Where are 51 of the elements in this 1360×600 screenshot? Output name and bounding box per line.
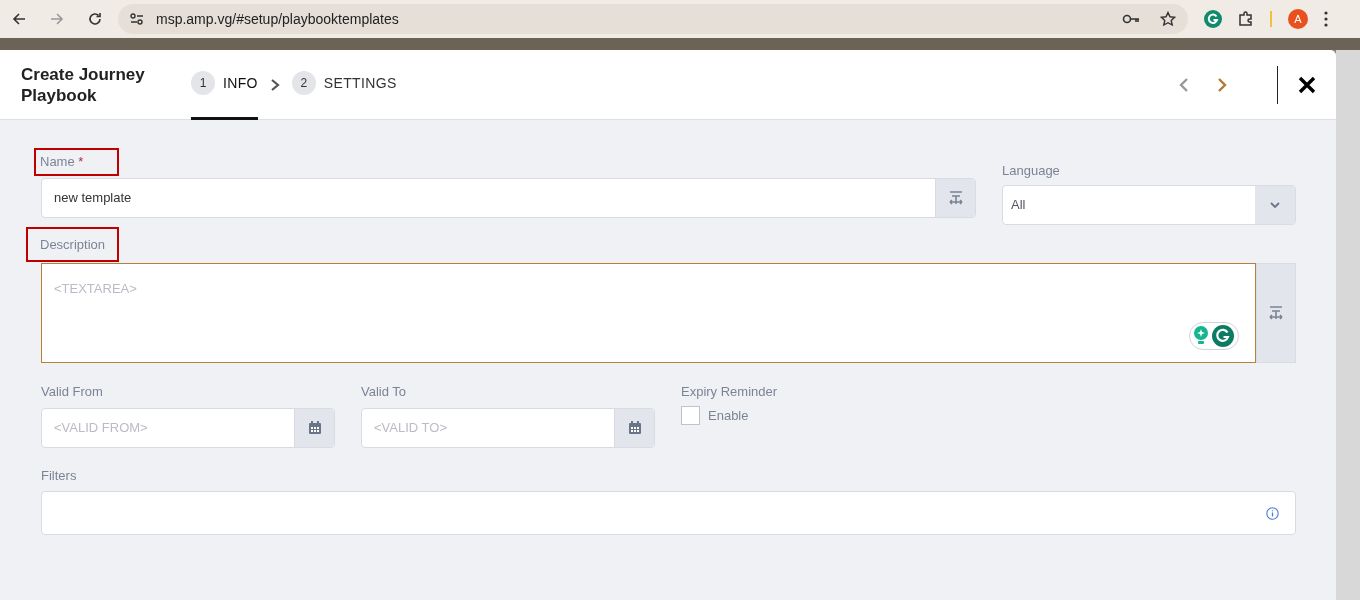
placeholder-text: <VALID TO>: [373, 418, 448, 437]
address-bar[interactable]: msp.amp.vg/#setup/playbooktemplates: [118, 4, 1188, 34]
reload-icon[interactable]: [88, 12, 102, 26]
calendar-icon: [628, 421, 641, 434]
field-label: Description: [26, 226, 120, 262]
chevron-right-icon: [269, 77, 280, 92]
back-icon[interactable]: [12, 12, 26, 26]
menu-icon[interactable]: [1324, 11, 1328, 27]
step-number: 2: [291, 71, 316, 95]
text-wrap-icon: [1268, 306, 1284, 320]
star-icon[interactable]: [1160, 11, 1176, 27]
checkbox-label: Enable: [708, 406, 749, 425]
placeholder-text: <TEXTAREA>: [54, 281, 137, 296]
chevron-left-icon[interactable]: [1177, 76, 1191, 93]
required-mark: *: [78, 154, 84, 169]
checkbox[interactable]: [681, 405, 700, 425]
text-wrap-button[interactable]: [935, 178, 975, 217]
chevron-right-icon[interactable]: [1215, 76, 1229, 93]
close-icon[interactable]: [1298, 75, 1316, 94]
field-label: Filters: [41, 466, 77, 485]
step-tab[interactable]: 2 SETTINGS: [291, 50, 397, 120]
key-icon[interactable]: [1122, 14, 1140, 24]
dropdown-value: All: [1010, 195, 1027, 214]
url-text: msp.amp.vg/#setup/playbooktemplates: [156, 9, 400, 29]
step-label: INFO: [223, 73, 258, 93]
calendar-icon: [308, 421, 321, 434]
step-tab[interactable]: 1 INFO: [191, 50, 258, 120]
lightbulb-icon: [1194, 326, 1208, 346]
placeholder-text: <VALID FROM>: [53, 418, 149, 437]
forward-icon[interactable]: [50, 12, 64, 26]
grammarly-icon: [1212, 325, 1234, 347]
text-wrap-icon: [947, 190, 964, 205]
modal-title: Create Journey Playbook: [21, 63, 146, 106]
profile-avatar[interactable]: A: [1288, 9, 1308, 29]
info-icon[interactable]: [1266, 506, 1279, 520]
field-label: Valid From: [41, 383, 103, 401]
calendar-button[interactable]: [614, 408, 654, 447]
filters-field[interactable]: [41, 491, 1296, 535]
grammarly-extension-icon[interactable]: [1204, 10, 1222, 28]
field-label: Valid To: [361, 383, 407, 401]
step-label: SETTINGS: [323, 73, 397, 93]
chevron-down-icon: [1270, 201, 1280, 208]
calendar-button[interactable]: [294, 408, 334, 447]
site-settings-icon[interactable]: [130, 13, 144, 25]
field-label: Expiry Reminder: [681, 383, 778, 401]
grammarly-widget[interactable]: [1189, 322, 1239, 350]
step-number: 1: [191, 71, 215, 95]
field-label: Name *: [34, 148, 119, 176]
language-dropdown[interactable]: All: [1002, 184, 1296, 225]
puzzle-icon[interactable]: [1238, 11, 1254, 27]
field-label: Language: [1002, 162, 1060, 180]
